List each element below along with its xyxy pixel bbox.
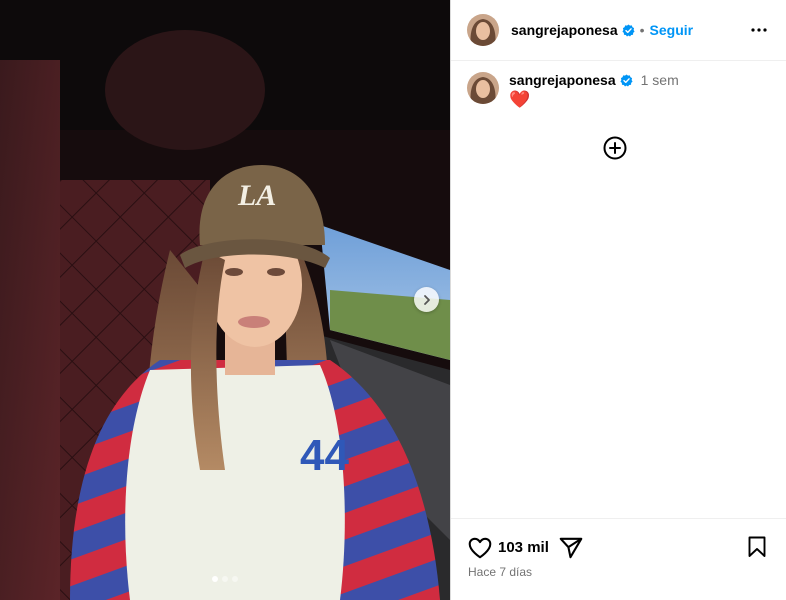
more-options-button[interactable]: [749, 20, 769, 40]
share-icon: [559, 537, 583, 559]
author-avatar[interactable]: [467, 14, 499, 46]
carousel-dot: [222, 576, 228, 582]
like-button[interactable]: [467, 535, 493, 561]
svg-text:LA: LA: [237, 179, 276, 212]
instagram-post: 44 LA sangrejaponesa • Seguir sangrejapo…: [0, 0, 786, 600]
comment-caption: ❤️: [509, 90, 531, 109]
post-actions: 103 mil Hace 7 días: [451, 518, 786, 600]
avatar-image: [467, 14, 499, 46]
bookmark-icon: [748, 536, 766, 557]
svg-text:44: 44: [300, 431, 349, 480]
verified-badge-icon: [620, 73, 633, 87]
likes-count[interactable]: 103 mil: [498, 539, 549, 556]
comment-body: sangrejaponesa 1 sem ❤️: [509, 72, 679, 110]
avatar-image: [467, 72, 499, 104]
save-button[interactable]: [745, 535, 769, 559]
more-options-icon: [751, 28, 767, 32]
caption-comment: sangrejaponesa 1 sem ❤️: [467, 72, 679, 110]
comment-meta: sangrejaponesa 1 sem: [509, 72, 679, 88]
post-header: sangrejaponesa • Seguir: [451, 0, 786, 61]
share-button[interactable]: [558, 535, 584, 561]
post-media: 44 LA: [0, 0, 450, 600]
follow-button[interactable]: Seguir: [650, 22, 694, 38]
comment-time[interactable]: 1 sem: [641, 72, 679, 88]
load-more-comments-button[interactable]: [603, 136, 627, 160]
post-date[interactable]: Hace 7 días: [468, 565, 532, 579]
add-circle-icon: [603, 136, 627, 160]
header-separator: •: [639, 22, 645, 38]
carousel-next-button[interactable]: [414, 287, 439, 312]
comment-avatar[interactable]: [467, 72, 499, 104]
post-details-panel: sangrejaponesa • Seguir sangrejaponesa 1…: [450, 0, 786, 600]
carousel-dot: [232, 576, 238, 582]
carousel-dot-active: [212, 576, 218, 582]
heart-icon: [468, 537, 492, 559]
verified-badge-icon: [622, 23, 635, 37]
comment-username[interactable]: sangrejaponesa: [509, 72, 616, 88]
post-photo: 44 LA: [0, 0, 450, 600]
chevron-right-icon: [423, 294, 430, 305]
carousel-indicator: [0, 576, 450, 582]
author-username[interactable]: sangrejaponesa: [511, 22, 618, 38]
